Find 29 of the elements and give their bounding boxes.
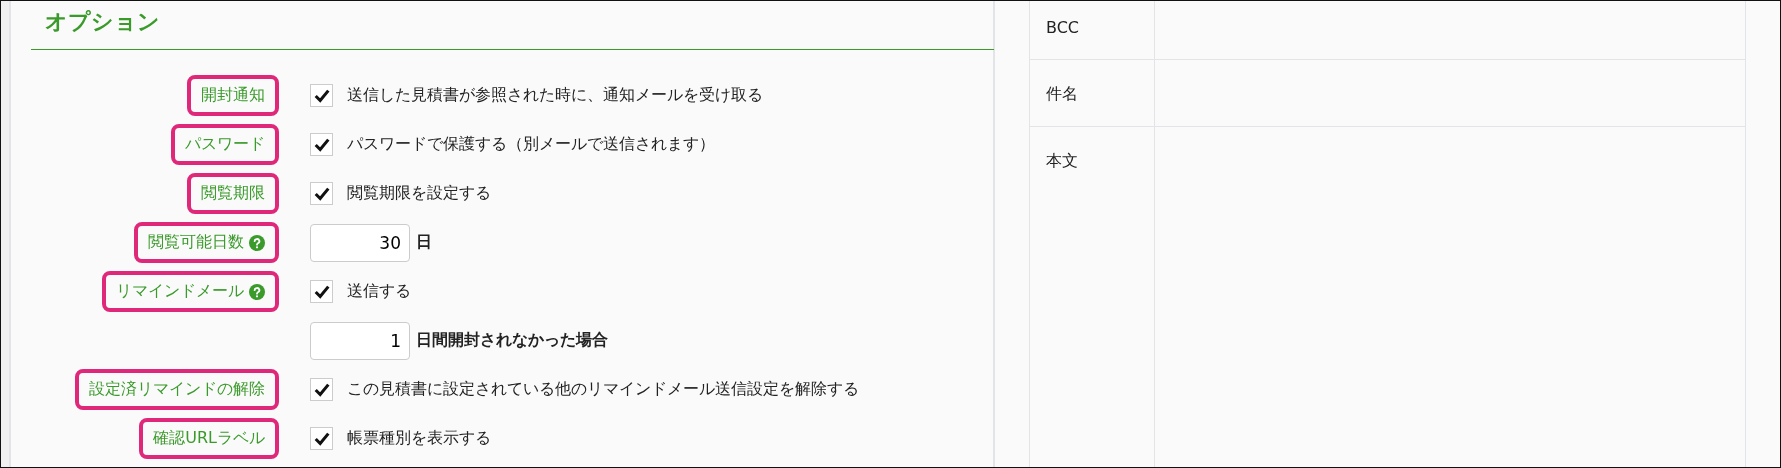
label-text: 開封通知: [201, 85, 265, 106]
option-text: 送信した見積書が参照された時に、通知メールを受け取る: [347, 85, 763, 106]
checkbox[interactable]: [310, 84, 333, 107]
label-text: 閲覧期限: [201, 183, 265, 204]
option-text: パスワードで保護する（別メールで送信されます）: [347, 134, 715, 155]
option-text: 帳票種別を表示する: [347, 428, 491, 449]
section-title: オプション: [44, 8, 161, 36]
option-text: 送信する: [347, 281, 411, 302]
row-label: 本文: [1046, 151, 1078, 170]
unit-text: 日: [416, 232, 432, 253]
checkbox[interactable]: [310, 133, 333, 156]
checkbox[interactable]: [310, 182, 333, 205]
checkbox[interactable]: [310, 280, 333, 303]
label-text: 設定済リマインドの解除: [89, 379, 265, 400]
option-text: この見積書に設定されている他のリマインドメール送信設定を解除する: [347, 379, 859, 400]
row-label: BCC: [1046, 18, 1080, 37]
label-text: 閲覧可能日数: [148, 232, 244, 253]
help-icon[interactable]: [249, 234, 265, 251]
unit-text: 日間開封されなかった場合: [416, 330, 608, 351]
label-text: リマインドメール: [116, 281, 244, 302]
checkbox[interactable]: [310, 427, 333, 450]
checkbox[interactable]: [310, 378, 333, 401]
number-field[interactable]: 30: [310, 223, 410, 262]
help-icon[interactable]: [249, 283, 265, 300]
row-label: 件名: [1046, 84, 1078, 103]
number-field[interactable]: 1: [310, 321, 410, 360]
label-text: パスワード: [185, 134, 265, 155]
option-text: 閲覧期限を設定する: [347, 183, 491, 204]
label-text: 確認URLラベル: [153, 428, 265, 449]
